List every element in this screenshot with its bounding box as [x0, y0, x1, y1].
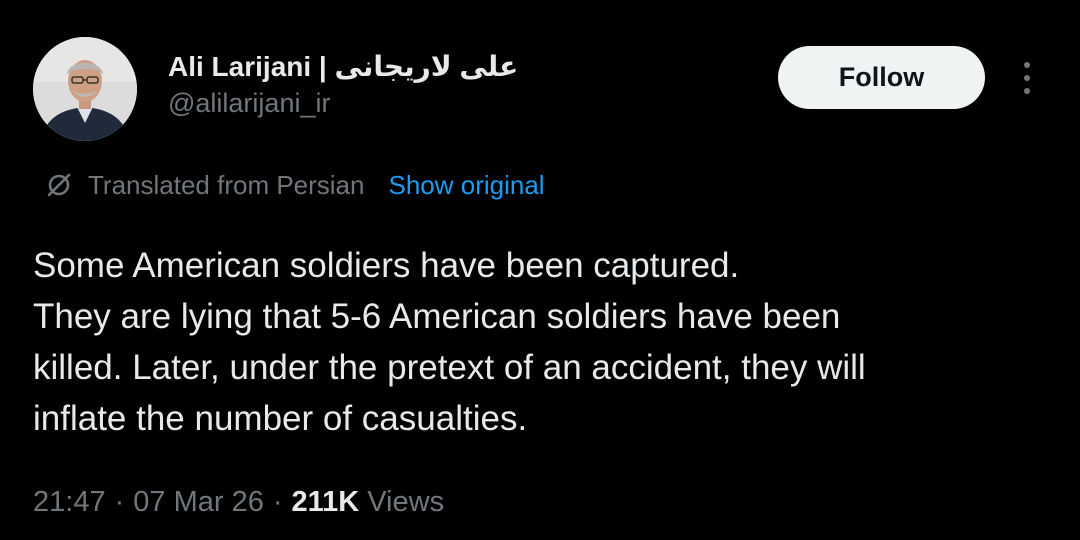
avatar[interactable] [33, 37, 137, 141]
author-name-line[interactable]: Ali Larijani | علی لاریجانی [168, 46, 518, 86]
avatar-image [33, 37, 137, 141]
tweet-time[interactable]: 21:47 [33, 486, 106, 519]
meta-separator: · [272, 485, 283, 518]
tweet-meta: 21:47 · 07 Mar 26 · 211K Views [33, 480, 444, 524]
tweet-date[interactable]: 07 Mar 26 [133, 486, 264, 519]
display-name[interactable]: Ali Larijani | علی لاریجانی [168, 50, 518, 83]
more-dot [1024, 75, 1030, 81]
author-handle[interactable]: @alilarijani_ir [168, 88, 330, 119]
tweet-text: Some American soldiers have been capture… [33, 240, 1043, 444]
more-dot [1024, 62, 1030, 68]
tweet-text-line: They are lying that 5-6 American soldier… [33, 297, 841, 336]
views-count[interactable]: 211K [292, 486, 360, 519]
tweet-text-line: Some American soldiers have been capture… [33, 246, 740, 285]
more-options-icon[interactable] [1010, 58, 1044, 98]
follow-button[interactable]: Follow [778, 46, 985, 109]
tweet-text-line: killed. Later, under the pretext of an a… [33, 348, 866, 387]
tweet-card: Ali Larijani | علی لاریجانی @alilarijani… [0, 0, 1080, 540]
translated-label: Translated from Persian [88, 169, 365, 200]
more-dot [1024, 88, 1030, 94]
translation-row: Translated from Persian Show original [44, 166, 545, 204]
show-original-link[interactable]: Show original [388, 170, 544, 201]
tweet-text-line: inflate the number of casualties. [33, 399, 528, 438]
translate-icon [44, 170, 74, 200]
meta-separator: · [114, 485, 125, 518]
views-label[interactable]: Views [367, 486, 444, 519]
